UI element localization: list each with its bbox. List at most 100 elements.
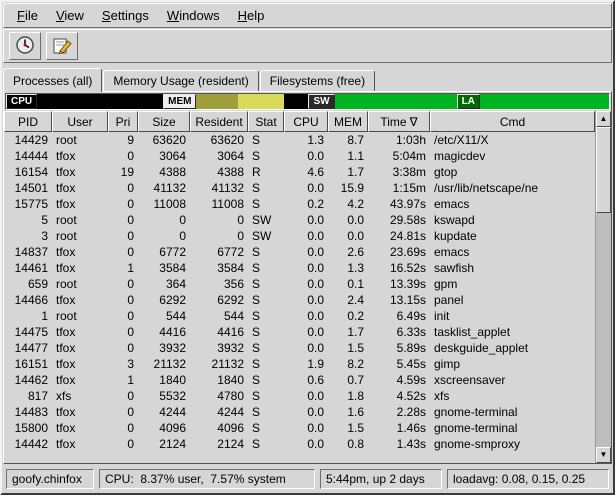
column-header-label: Cmd — [500, 115, 525, 129]
cell-cpu: 1.9 — [284, 357, 328, 371]
menu-file[interactable]: File — [8, 5, 47, 26]
cell-pid: 14442 — [4, 437, 52, 451]
column-header-pri[interactable]: Pri — [108, 111, 138, 132]
column-header-stat[interactable]: Stat — [248, 111, 284, 132]
table-row[interactable]: 16151tfox32113221132S1.98.25.45sgimp — [4, 356, 595, 372]
column-header-size[interactable]: Size — [138, 111, 190, 132]
toolbar — [3, 29, 612, 63]
tab-bar: Processes (all) Memory Usage (resident) … — [2, 63, 613, 91]
cpu-usage-panel: CPU: 8.37% user, 7.57% system — [99, 469, 315, 489]
table-row[interactable]: 14501tfox04113241132S0.015.91:15m/usr/li… — [4, 180, 595, 196]
cell-stat: SW — [248, 213, 284, 227]
table-row[interactable]: 1root0544544S0.00.26.49sinit — [4, 308, 595, 324]
cell-resident: 0 — [190, 213, 248, 227]
column-header-label: Stat — [255, 115, 276, 129]
cell-user: tfox — [52, 373, 108, 387]
tab-filesystems[interactable]: Filesystems (free) — [260, 70, 375, 91]
clock-uptime-panel: 5:44pm, up 2 days — [320, 469, 442, 489]
column-header-resident[interactable]: Resident — [190, 111, 248, 132]
cell-user: tfox — [52, 325, 108, 339]
cell-mem: 1.7 — [328, 165, 368, 179]
table-row[interactable]: 14444tfox030643064S0.01.15:04mmagicdev — [4, 148, 595, 164]
table-row[interactable]: 14475tfox044164416S0.01.76.33stasklist_a… — [4, 324, 595, 340]
tab-processes[interactable]: Processes (all) — [3, 68, 102, 92]
table-row[interactable]: 14837tfox067726772S0.02.623.69semacs — [4, 244, 595, 260]
cell-mem: 1.1 — [328, 149, 368, 163]
scroll-up-button[interactable]: ▲ — [596, 111, 611, 127]
scrollbar-thumb[interactable] — [596, 127, 611, 213]
column-header-user[interactable]: User — [52, 111, 108, 132]
mem-meter — [196, 94, 308, 109]
cell-stat: S — [248, 245, 284, 259]
cell-stat: S — [248, 261, 284, 275]
column-header-mem[interactable]: MEM — [328, 111, 368, 132]
cell-cpu: 1.3 — [284, 133, 328, 147]
column-header-time[interactable]: Time∇ — [368, 111, 430, 132]
table-row[interactable]: 3root000SW0.00.024.81skupdate — [4, 228, 595, 244]
meter-segment — [335, 94, 457, 109]
column-header-cpu[interactable]: CPU — [284, 111, 328, 132]
cell-mem: 4.2 — [328, 197, 368, 211]
cell-cpu: 0.6 — [284, 373, 328, 387]
cell-stat: SW — [248, 229, 284, 243]
cell-pri: 0 — [108, 229, 138, 243]
cell-mem: 1.6 — [328, 405, 368, 419]
cell-stat: S — [248, 325, 284, 339]
cell-pri: 0 — [108, 325, 138, 339]
column-header-pid[interactable]: PID — [4, 111, 52, 132]
table-row[interactable]: 14477tfox039323932S0.01.55.89sdeskguide_… — [4, 340, 595, 356]
cell-mem: 1.3 — [328, 261, 368, 275]
cell-pri: 1 — [108, 261, 138, 275]
vertical-scrollbar[interactable]: ▲ ▼ — [595, 111, 611, 463]
cell-cmd: panel — [430, 293, 595, 307]
cell-pri: 1 — [108, 373, 138, 387]
table-row[interactable]: 15775tfox01100811008S0.24.243.97semacs — [4, 196, 595, 212]
menu-settings[interactable]: Settings — [93, 5, 158, 26]
table-row[interactable]: 14466tfox062926292S0.02.413.15spanel — [4, 292, 595, 308]
table-row[interactable]: 16154tfox1943884388R4.61.73:38mgtop — [4, 164, 595, 180]
scrollbar-trough[interactable] — [596, 127, 611, 447]
tab-memory-usage[interactable]: Memory Usage (resident) — [103, 70, 258, 91]
menu-windows[interactable]: Windows — [158, 5, 229, 26]
menu-view[interactable]: View — [47, 5, 93, 26]
table-row[interactable]: 14442tfox021242124S0.00.81.43sgnome-smpr… — [4, 436, 595, 452]
cell-pri: 0 — [108, 293, 138, 307]
cell-cpu: 0.0 — [284, 213, 328, 227]
table-row[interactable]: 15800tfox040964096S0.01.51.46sgnome-term… — [4, 420, 595, 436]
table-row[interactable]: 659root0364356S0.00.113.39sgpm — [4, 276, 595, 292]
cpu-meter — [37, 94, 163, 109]
table-row[interactable]: 14461tfox135843584S0.01.316.52ssawfish — [4, 260, 595, 276]
cell-pid: 3 — [4, 229, 52, 243]
cell-pid: 659 — [4, 277, 52, 291]
cell-size: 2124 — [138, 437, 190, 451]
cell-cmd: kupdate — [430, 229, 595, 243]
table-row[interactable]: 14483tfox042444244S0.01.62.28sgnome-term… — [4, 404, 595, 420]
cell-resident: 544 — [190, 309, 248, 323]
cell-cpu: 0.0 — [284, 405, 328, 419]
scroll-down-button[interactable]: ▼ — [596, 447, 611, 463]
cell-mem: 2.6 — [328, 245, 368, 259]
cell-pid: 16151 — [4, 357, 52, 371]
hostname-panel: goofy.chinfox — [6, 469, 94, 489]
cell-size: 4416 — [138, 325, 190, 339]
cell-user: root — [52, 229, 108, 243]
table-row[interactable]: 14462tfox118401840S0.60.74.59sxscreensav… — [4, 372, 595, 388]
cell-user: root — [52, 213, 108, 227]
toolbar-button-edit[interactable] — [46, 32, 78, 60]
table-row[interactable]: 5root000SW0.00.029.58skswapd — [4, 212, 595, 228]
cell-time: 3:38m — [368, 165, 430, 179]
menu-help[interactable]: Help — [229, 5, 274, 26]
cell-size: 4388 — [138, 165, 190, 179]
column-header-cmd[interactable]: Cmd — [430, 111, 595, 132]
cell-size: 4096 — [138, 421, 190, 435]
cell-mem: 0.0 — [328, 213, 368, 227]
cell-time: 5.89s — [368, 341, 430, 355]
system-meters: CPU MEM SW LA — [5, 93, 610, 110]
toolbar-button-timer[interactable] — [9, 32, 41, 60]
cell-cmd: xfs — [430, 389, 595, 403]
table-row[interactable]: 817xfs055324780S0.01.84.52sxfs — [4, 388, 595, 404]
cell-pri: 0 — [108, 437, 138, 451]
cell-size: 364 — [138, 277, 190, 291]
cell-stat: S — [248, 405, 284, 419]
table-row[interactable]: 14429root96362063620S1.38.71:03h/etc/X11… — [4, 132, 595, 148]
